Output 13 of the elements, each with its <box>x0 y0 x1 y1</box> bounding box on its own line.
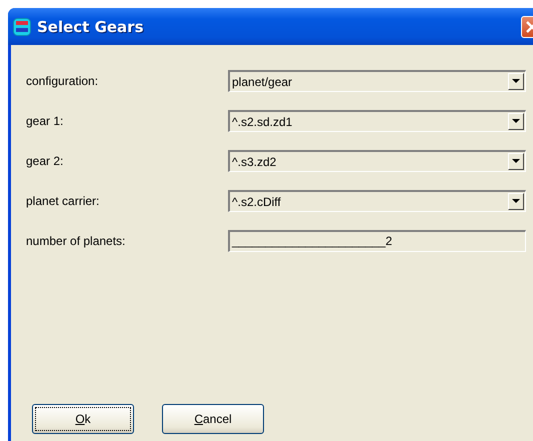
field-label: number of planets: <box>26 234 126 248</box>
field-label: configuration: <box>26 74 100 88</box>
app-icon <box>13 18 31 36</box>
dropdown[interactable]: ^.s3.zd2 <box>228 150 526 172</box>
field-label: gear 1: <box>26 114 64 128</box>
ok-button[interactable]: Ok <box>32 404 134 434</box>
field-label: gear 2: <box>26 154 64 168</box>
field-label: planet carrier: <box>26 194 100 208</box>
dropdown[interactable]: ^.s2.cDiff <box>228 190 526 212</box>
dropdown[interactable]: ^.s2.sd.zd1 <box>228 110 526 132</box>
cancel-button[interactable]: Cancel <box>162 404 264 434</box>
dropdown[interactable]: planet/gear <box>228 70 526 92</box>
window-title: Select Gears <box>37 18 145 36</box>
